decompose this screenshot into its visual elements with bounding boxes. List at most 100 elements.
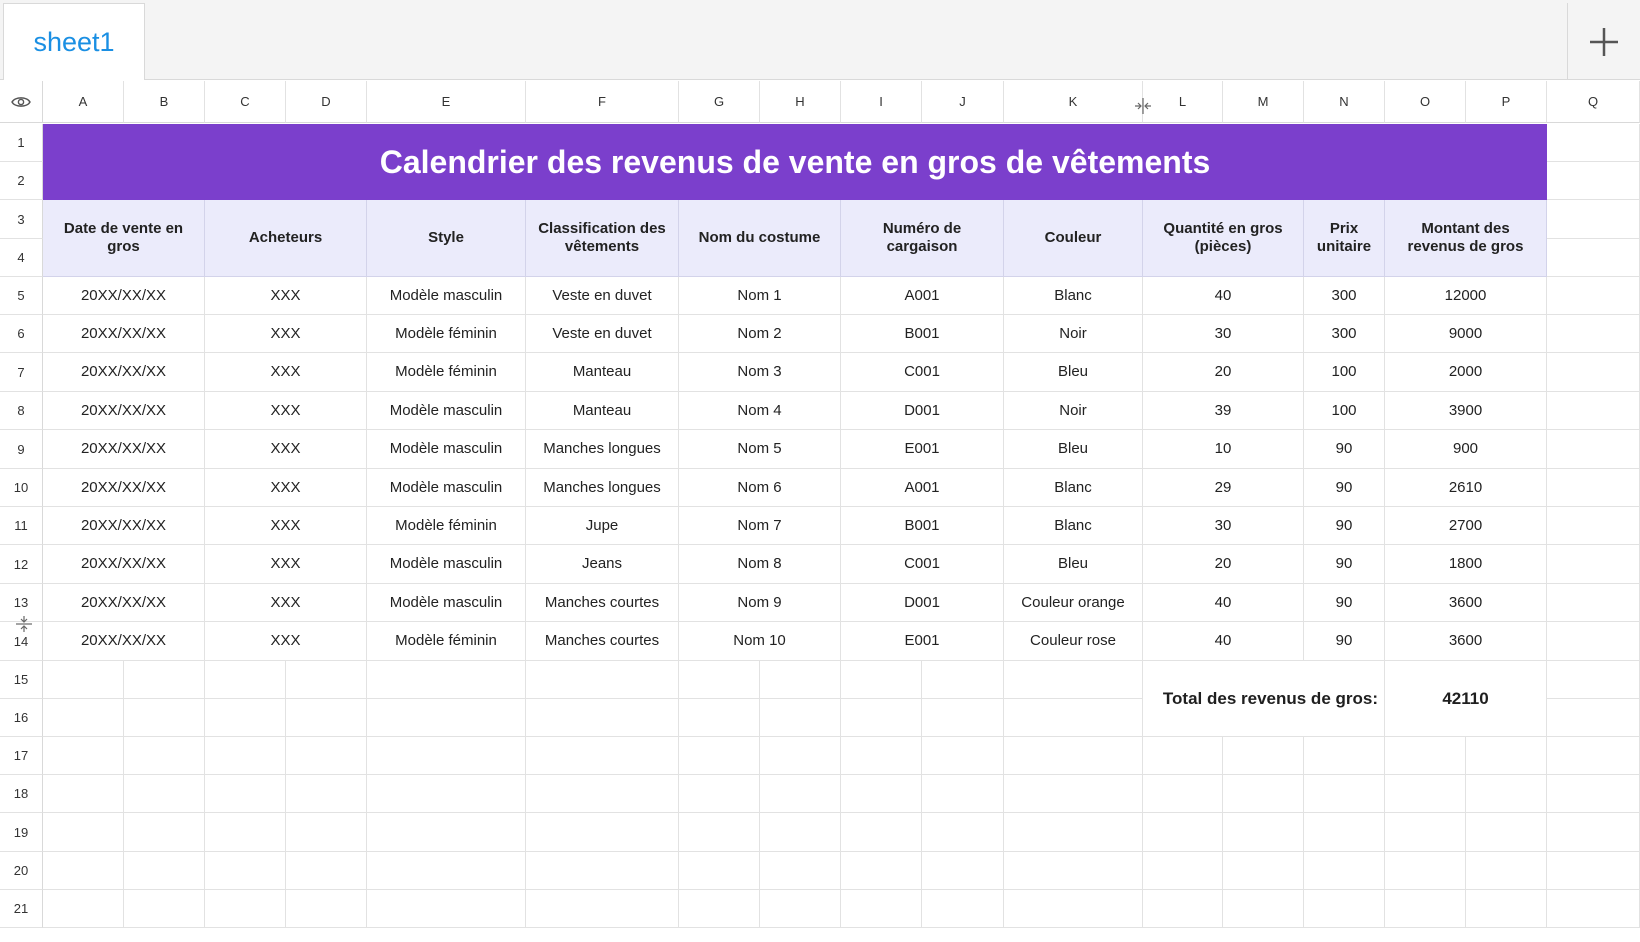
table-cell[interactable]: 20XX/XX/XX [43,315,205,353]
table-cell[interactable]: D001 [841,584,1004,622]
table-cell[interactable]: Manteau [526,392,679,430]
table-cell[interactable]: 40 [1143,277,1304,315]
table-cell[interactable]: 20XX/XX/XX [43,584,205,622]
cell[interactable] [43,737,124,775]
table-cell[interactable]: Couleur rose [1004,622,1143,661]
table-cell[interactable]: E001 [841,622,1004,661]
table-cell[interactable]: XXX [205,545,367,584]
column-header-a[interactable]: A [43,81,124,123]
cell[interactable] [679,813,760,852]
table-cell[interactable]: Modèle masculin [367,469,526,507]
table-cell[interactable]: 2610 [1385,469,1547,507]
table-cell[interactable]: C001 [841,353,1004,392]
table-cell[interactable]: 90 [1304,469,1385,507]
cell[interactable] [286,813,367,852]
table-cell[interactable]: XXX [205,469,367,507]
cell[interactable] [1547,162,1640,200]
cell[interactable] [1004,737,1143,775]
cell[interactable] [679,661,760,699]
cell[interactable] [124,661,205,699]
cell[interactable] [1304,775,1385,813]
cell[interactable] [1547,200,1640,239]
cell[interactable] [1223,890,1304,928]
cell[interactable] [43,775,124,813]
cell[interactable] [922,737,1004,775]
table-cell[interactable]: 9000 [1385,315,1547,353]
cell[interactable] [1143,852,1223,890]
table-cell[interactable]: 20 [1143,545,1304,584]
table-cell[interactable]: Nom 8 [679,545,841,584]
cell[interactable] [922,661,1004,699]
cell[interactable] [526,661,679,699]
cell[interactable] [1385,737,1466,775]
row-header-2[interactable]: 2 [0,162,43,200]
row-header-15[interactable]: 15 [0,661,43,699]
table-cell[interactable]: Manteau [526,353,679,392]
cell[interactable] [526,699,679,737]
table-cell[interactable]: 3600 [1385,622,1547,661]
cell[interactable] [1004,661,1143,699]
table-cell[interactable]: Nom 10 [679,622,841,661]
cell[interactable] [205,661,286,699]
cell[interactable] [841,661,922,699]
cell[interactable] [760,813,841,852]
cell[interactable] [205,775,286,813]
table-cell[interactable]: Nom 6 [679,469,841,507]
table-cell[interactable]: Modèle féminin [367,622,526,661]
table-cell[interactable]: Modèle masculin [367,430,526,469]
column-header-c[interactable]: C [205,81,286,123]
cell[interactable] [1547,622,1640,661]
table-cell[interactable]: 29 [1143,469,1304,507]
cell[interactable] [760,661,841,699]
table-cell[interactable]: 20 [1143,353,1304,392]
cell[interactable] [43,699,124,737]
cell[interactable] [841,890,922,928]
cell[interactable] [1466,890,1547,928]
cell[interactable] [1304,852,1385,890]
sheet-tab-sheet1[interactable]: sheet1 [3,3,145,80]
table-cell[interactable]: 3600 [1385,584,1547,622]
cell[interactable] [1547,661,1640,699]
column-header-h[interactable]: H [760,81,841,123]
row-resize-handle-icon[interactable] [14,614,34,634]
column-header-g[interactable]: G [679,81,760,123]
cell[interactable] [205,852,286,890]
cell[interactable] [679,737,760,775]
cell[interactable] [1547,469,1640,507]
table-cell[interactable]: XXX [205,584,367,622]
cell[interactable] [1466,737,1547,775]
cell[interactable] [1143,737,1223,775]
cell[interactable] [1385,775,1466,813]
cell[interactable] [1547,890,1640,928]
cell[interactable] [1004,813,1143,852]
row-header-3[interactable]: 3 [0,200,43,239]
table-cell[interactable]: Veste en duvet [526,315,679,353]
row-header-7[interactable]: 7 [0,353,43,392]
table-cell[interactable]: Jupe [526,507,679,545]
cell[interactable] [1143,890,1223,928]
table-cell[interactable]: 300 [1304,277,1385,315]
cell[interactable] [286,737,367,775]
cell[interactable] [841,737,922,775]
cell[interactable] [43,661,124,699]
table-cell[interactable]: 90 [1304,545,1385,584]
table-cell[interactable]: 30 [1143,507,1304,545]
table-cell[interactable]: XXX [205,315,367,353]
cell[interactable] [367,775,526,813]
cell[interactable] [1547,430,1640,469]
table-cell[interactable]: 900 [1385,430,1547,469]
cell[interactable] [1547,699,1640,737]
cell[interactable] [205,813,286,852]
table-cell[interactable]: XXX [205,430,367,469]
cell[interactable] [286,661,367,699]
column-header-e[interactable]: E [367,81,526,123]
column-header-l[interactable]: L [1143,81,1223,123]
table-cell[interactable]: C001 [841,545,1004,584]
table-cell[interactable]: 30 [1143,315,1304,353]
row-header-16[interactable]: 16 [0,699,43,737]
cell[interactable] [286,852,367,890]
cell[interactable] [679,775,760,813]
cell[interactable] [1466,813,1547,852]
table-cell[interactable]: Manches longues [526,430,679,469]
cell[interactable] [922,813,1004,852]
